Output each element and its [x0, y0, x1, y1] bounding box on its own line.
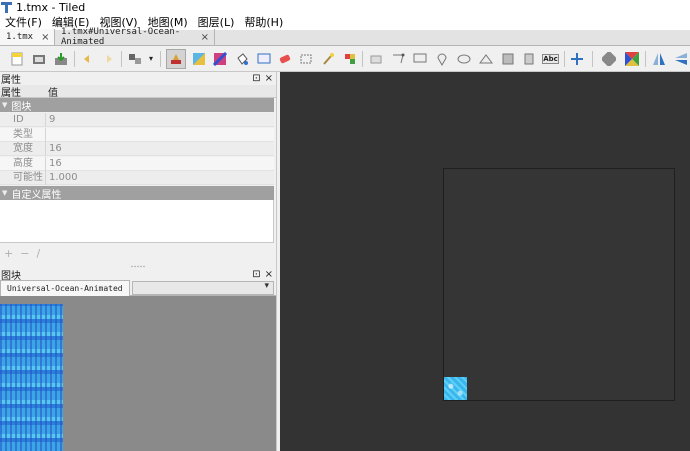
menu-file[interactable]: 文件(F) [0, 14, 47, 30]
eraser-icon[interactable] [277, 51, 293, 67]
main-toolbar: ▾ Abc [0, 46, 690, 72]
property-row-id[interactable]: ID 9 [0, 112, 274, 127]
tileset-tab-bar: Universal-Ocean-Animated [0, 279, 276, 296]
close-icon[interactable]: × [201, 32, 209, 43]
menu-help[interactable]: 帮助(H) [239, 14, 288, 30]
toolbar-separator [74, 51, 75, 67]
tilesets-dock-title: 图块 ⊡ × [0, 268, 276, 282]
new-file-icon[interactable] [9, 51, 25, 67]
property-row-height[interactable]: 高度 16 [0, 156, 274, 171]
tab-map-document[interactable]: 1.tmx × [0, 29, 55, 45]
add-property-icon[interactable]: + [4, 247, 13, 260]
property-name: ID [0, 112, 46, 127]
property-row-probability[interactable]: 可能性 1.000 [0, 170, 274, 185]
tileset-image[interactable] [0, 304, 63, 451]
undo-icon[interactable] [80, 51, 96, 67]
collapse-arrow-icon: ▼ [2, 189, 8, 197]
title-bar: 1.tmx - Tiled [0, 0, 690, 14]
section-tile[interactable]: ▼ 图块 [0, 98, 274, 113]
move-icon[interactable] [569, 51, 585, 67]
magic-wand-icon[interactable] [320, 51, 336, 67]
close-icon[interactable]: × [265, 269, 273, 280]
properties-header: 属性 值 [0, 85, 276, 99]
select-objects-icon[interactable] [368, 51, 384, 67]
custom-properties-area[interactable] [0, 200, 274, 243]
property-name: 可能性 [0, 170, 46, 185]
tab-label: 1.tmx [6, 32, 34, 42]
toolbar-separator [645, 51, 646, 67]
stamp-brush-icon[interactable] [166, 49, 186, 69]
toolbar-separator [160, 51, 161, 67]
tab-label: 1.tmx#Universal-Ocean-Animated [61, 27, 181, 47]
property-name: 高度 [0, 156, 46, 171]
property-actions: + − / [0, 246, 276, 260]
section-custom-properties[interactable]: ▼ 自定义属性 [0, 186, 274, 201]
flip-vertical-icon[interactable] [673, 51, 689, 67]
close-icon[interactable]: × [41, 32, 49, 43]
insert-point-icon[interactable] [434, 51, 450, 67]
float-icon[interactable]: ⊡ [252, 73, 260, 84]
float-icon[interactable]: ⊡ [252, 269, 260, 280]
tab-tileset-document[interactable]: 1.tmx#Universal-Ocean-Animated × [55, 27, 215, 47]
shape-fill-icon[interactable] [256, 51, 272, 67]
wang-brush-icon[interactable] [212, 51, 228, 67]
insert-tile-icon[interactable] [500, 51, 516, 67]
wang-fill-icon[interactable] [624, 51, 640, 67]
map-canvas[interactable] [280, 72, 690, 451]
placed-tile[interactable] [444, 377, 467, 400]
toolbar-separator [592, 51, 593, 67]
edit-polygons-icon[interactable] [390, 51, 406, 67]
property-row-type[interactable]: 类型 [0, 127, 274, 142]
property-row-width[interactable]: 宽度 16 [0, 141, 274, 156]
insert-ellipse-icon[interactable] [456, 51, 472, 67]
collapse-arrow-icon: ▼ [2, 101, 8, 109]
tiled-app-icon [1, 1, 12, 13]
bucket-fill-icon[interactable] [234, 51, 250, 67]
section-label: 图块 [11, 101, 32, 113]
select-same-tile-icon[interactable] [342, 51, 358, 67]
window-title: 1.tmx - Tiled [16, 0, 86, 14]
flip-horizontal-icon[interactable] [651, 51, 667, 67]
property-value: 16 [49, 143, 62, 154]
document-tab-bar: 1.tmx × 1.tmx#Universal-Ocean-Animated × [0, 27, 690, 47]
column-property: 属性 [1, 87, 21, 99]
tab-tileset[interactable]: Universal-Ocean-Animated [0, 279, 130, 296]
redo-icon[interactable] [100, 51, 116, 67]
tileset-view[interactable] [0, 296, 276, 451]
property-name: 类型 [0, 127, 46, 142]
property-name: 宽度 [0, 141, 46, 156]
insert-text-icon[interactable]: Abc [542, 54, 559, 64]
insert-template-icon[interactable] [521, 51, 537, 67]
map-boundary [443, 168, 675, 401]
property-value: 16 [49, 158, 62, 169]
open-file-icon[interactable] [31, 51, 47, 67]
world-tool-icon[interactable] [127, 51, 143, 67]
property-value: 1.000 [49, 172, 78, 183]
insert-polygon-icon[interactable] [478, 51, 494, 67]
rectangle-select-icon[interactable] [298, 51, 314, 67]
toolbar-separator [564, 51, 565, 67]
terrain-brush-icon[interactable] [191, 51, 207, 67]
chevron-down-icon[interactable]: ▾ [143, 51, 159, 67]
column-value: 值 [48, 87, 58, 99]
save-icon[interactable] [53, 51, 69, 67]
properties-dock-title: 属性 ⊡ × [0, 72, 276, 86]
section-label: 自定义属性 [11, 189, 62, 201]
toolbar-separator [121, 51, 122, 67]
insert-rectangle-icon[interactable] [412, 51, 428, 67]
remove-property-icon[interactable]: − [20, 247, 29, 260]
menu-layer[interactable]: 图层(L) [193, 14, 240, 30]
rename-property-icon[interactable]: / [36, 247, 40, 260]
tileset-dropdown[interactable] [131, 280, 274, 295]
random-mode-icon[interactable] [601, 51, 617, 67]
toolbar-separator [362, 51, 363, 67]
property-value: 9 [49, 114, 56, 125]
close-icon[interactable]: × [265, 73, 273, 84]
